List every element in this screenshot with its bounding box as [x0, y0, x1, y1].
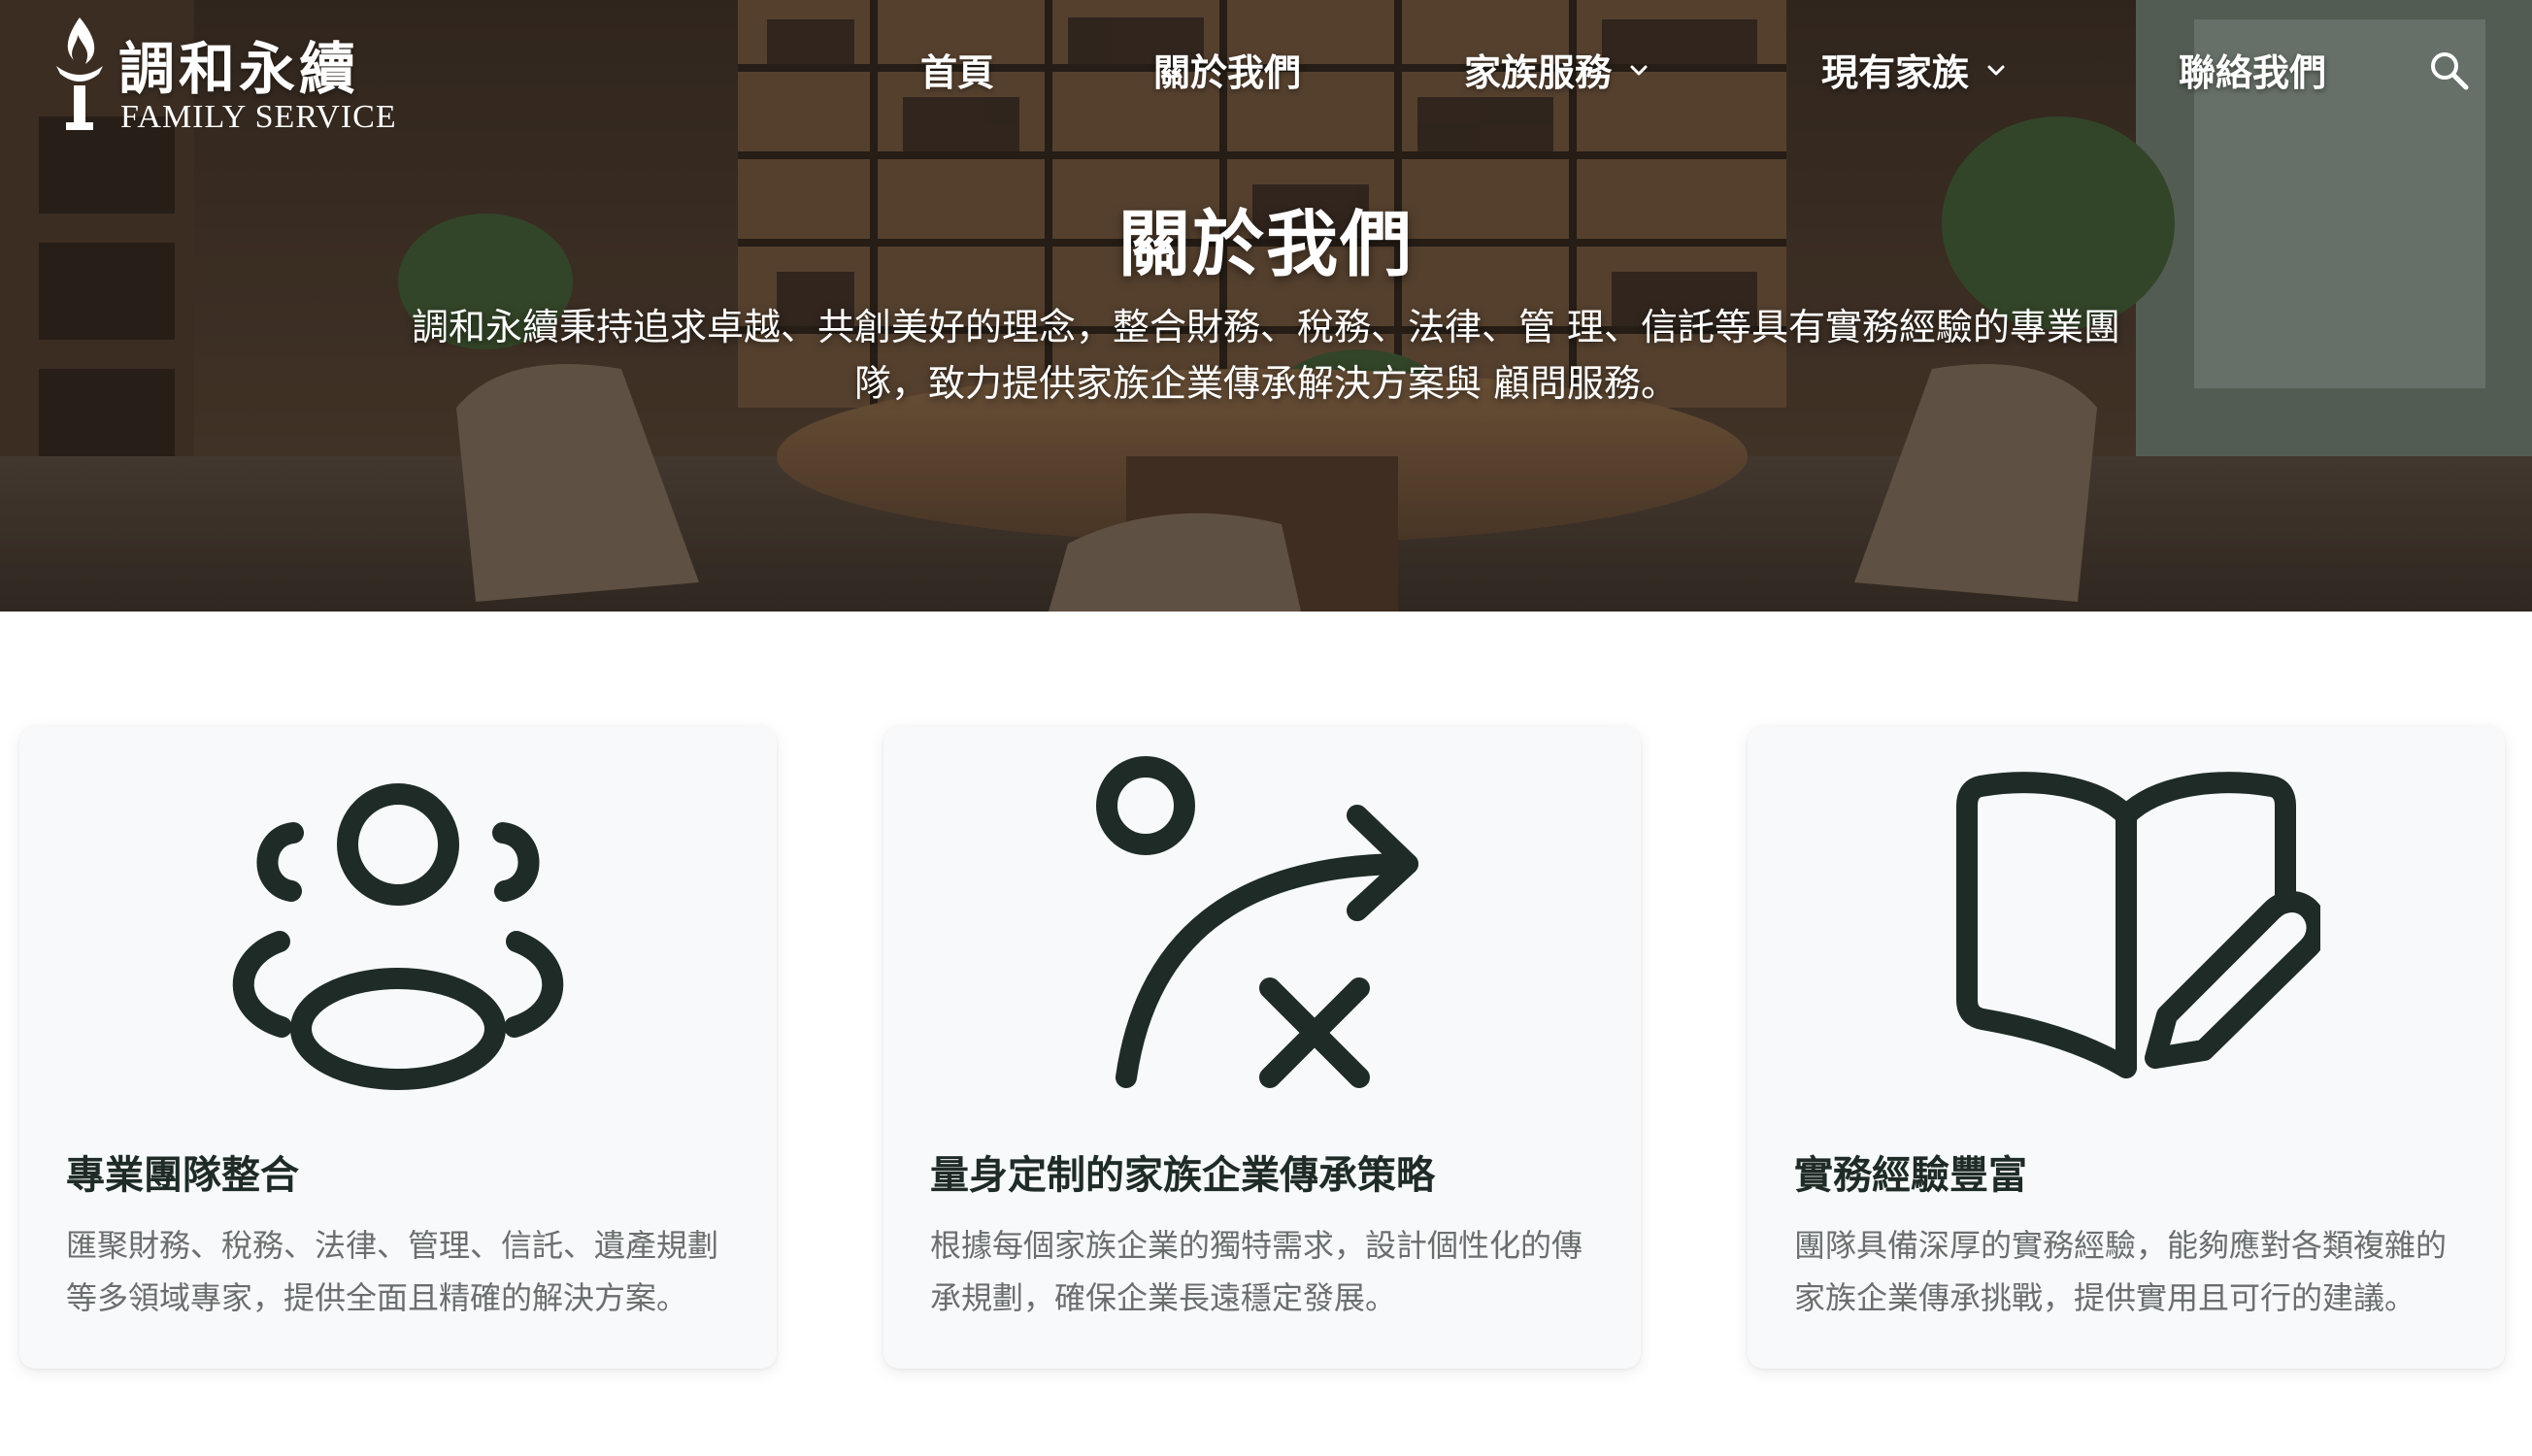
- nav-item-about[interactable]: 關於我們: [1153, 43, 1301, 96]
- feature-description: 團隊具備深厚的實務經驗，能夠應對各類複雜的家族企業傳承挑戰，提供實用且可行的建議…: [1794, 1227, 2448, 1316]
- nav-item-label: 首頁: [920, 51, 995, 94]
- nav-item-label: 現有家族: [1821, 51, 1970, 94]
- nav-item-family-services[interactable]: 家族服務: [1464, 43, 1650, 96]
- nav-item-contact[interactable]: 聯絡我們: [2179, 43, 2326, 96]
- chevron-down-icon: [1987, 65, 2005, 75]
- feature-description: 根據每個家族企業的獨特需求，設計個性化的傳承規劃，確保企業長遠穩定發展。: [930, 1227, 1583, 1316]
- nav-item-label: 關於我們: [1153, 51, 1302, 94]
- feature-title: 實務經驗豐富: [1794, 1153, 2027, 1198]
- nav-item-label: 聯絡我們: [2179, 51, 2327, 94]
- feature-card-strategy: 量身定制的家族企業傳承策略 根據每個家族企業的獨特需求，設計個性化的傳承規劃，確…: [883, 726, 1641, 1369]
- users-group-icon: [232, 783, 564, 1090]
- site-logo[interactable]: 調和永續 FAMILY SERVICE: [49, 14, 398, 135]
- strategy-route-icon: [1096, 756, 1418, 1088]
- feature-description: 匯聚財務、稅務、法律、管理、信託、遺產規劃等多領域專家，提供全面且精確的解決方案…: [66, 1227, 719, 1316]
- feature-card-experience: 實務經驗豐富 團隊具備深厚的實務經驗，能夠應對各類複雜的家族企業傳承挑戰，提供實…: [1748, 726, 2505, 1369]
- feature-card-team: 專業團隊整合 匯聚財務、稅務、法律、管理、信託、遺產規劃等多領域專家，提供全面且…: [19, 726, 777, 1369]
- page-title: 關於我們: [1118, 203, 1414, 286]
- brand-name-cn: 調和永續: [118, 36, 360, 102]
- search-icon[interactable]: [2427, 49, 2470, 91]
- nav-item-label: 家族服務: [1464, 51, 1613, 94]
- torch-icon: [56, 17, 103, 130]
- brand-name-en: FAMILY SERVICE: [120, 99, 397, 135]
- nav-item-home[interactable]: 首頁: [920, 43, 994, 96]
- nav-item-current-families[interactable]: 現有家族: [1821, 43, 2008, 96]
- feature-title: 專業團隊整合: [66, 1153, 299, 1198]
- chevron-down-icon: [1630, 65, 1648, 75]
- feature-title: 量身定制的家族企業傳承策略: [930, 1153, 1435, 1198]
- book-edit-icon: [1956, 772, 2320, 1078]
- hero-description: 調和永續秉持追求卓越、共創美好的理念，整合財務、稅務、法律、管 理、信託等具有實…: [411, 306, 2121, 405]
